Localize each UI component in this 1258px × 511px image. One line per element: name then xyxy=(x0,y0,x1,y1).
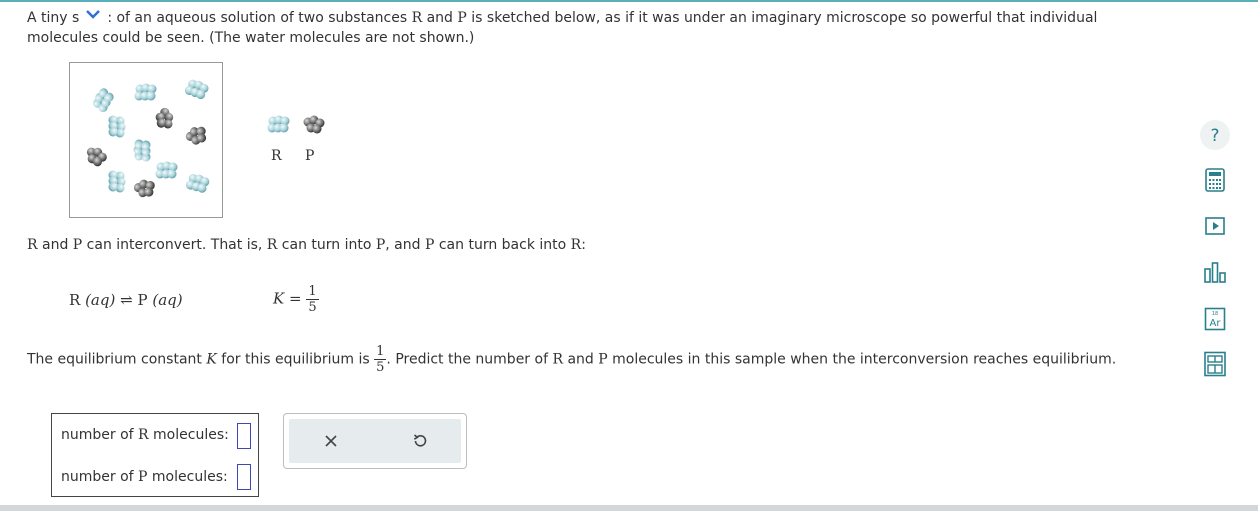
r-label-pre: number of xyxy=(61,427,139,443)
periodic-table-button[interactable]: 18 Ar xyxy=(1200,304,1230,334)
periodic-number: 18 xyxy=(1212,311,1218,317)
q-t1: The equilibrium constant xyxy=(27,351,207,368)
answer-tools-bar xyxy=(289,419,461,463)
ic-t3: can turn into xyxy=(277,237,376,253)
periodic-table-icon: 18 Ar xyxy=(1204,307,1226,331)
q-k: K xyxy=(206,351,217,368)
r-count-label: number of R molecules: xyxy=(61,427,229,443)
q-p: P xyxy=(598,351,608,368)
k-equals: = xyxy=(289,289,302,308)
legend-p-label: P xyxy=(305,148,315,164)
equilibrium-equation: R (aq) ⇌ P (aq) xyxy=(69,291,183,309)
k-fraction: 1 5 xyxy=(306,284,319,315)
undo-icon xyxy=(413,434,427,447)
bottom-bar xyxy=(0,505,1258,511)
q-r: R xyxy=(552,351,563,368)
r-count-input[interactable] xyxy=(237,423,251,449)
ic-t6: : xyxy=(581,237,586,253)
clear-button[interactable] xyxy=(323,433,339,449)
top-border xyxy=(0,0,1258,2)
eq-right: P xyxy=(137,291,148,309)
question-text: The equilibrium constant K for this equi… xyxy=(27,344,1116,375)
legend-p-molecule xyxy=(303,115,325,134)
data-icon xyxy=(1204,351,1226,377)
intro-r: R xyxy=(411,10,423,26)
chevron-down-icon[interactable] xyxy=(79,6,107,26)
q-t5: molecules in this sample when the interc… xyxy=(607,351,1117,368)
answer-box: number of R molecules: number of P molec… xyxy=(51,413,259,497)
r-label-sym: R xyxy=(138,427,149,443)
ic-t4: , and xyxy=(385,237,425,253)
q-den: 5 xyxy=(376,360,385,375)
ic-t1: and xyxy=(37,237,73,253)
eq-left: R xyxy=(69,291,81,309)
ic-t5: can turn back into xyxy=(434,237,571,253)
intro-text-line2: molecules could be seen. (The water mole… xyxy=(27,30,475,46)
help-button[interactable]: ? xyxy=(1200,120,1230,150)
p-label-pre: number of xyxy=(61,469,139,485)
q-t2: for this equilibrium is xyxy=(216,351,375,368)
r-label-post: molecules: xyxy=(148,427,229,443)
calculator-icon xyxy=(1205,168,1225,192)
molecule-sample-drawing xyxy=(83,77,211,200)
ic-p2: P xyxy=(375,237,386,253)
k-expression: K = 1 5 xyxy=(273,284,319,315)
undo-button[interactable] xyxy=(411,432,429,450)
intro-p: P xyxy=(457,10,467,26)
video-icon xyxy=(1205,217,1225,235)
molecule-sample-box xyxy=(69,62,223,218)
q-t3: . Predict the number of xyxy=(386,351,553,368)
ic-p1: P xyxy=(72,237,83,253)
answer-tools-panel xyxy=(283,413,467,469)
k-symbol: K xyxy=(273,289,285,308)
chart-icon xyxy=(1204,262,1226,283)
intro-text-part2: of an aqueous solution of two substances xyxy=(116,10,412,26)
intro-and: and xyxy=(422,10,458,26)
ic-r2: R xyxy=(266,237,278,253)
q-fraction: 15 xyxy=(374,344,387,375)
eq-arrow: ⇌ xyxy=(120,291,133,309)
svg-text:?: ? xyxy=(1210,126,1219,146)
calculator-button[interactable] xyxy=(1200,165,1230,195)
q-num: 1 xyxy=(374,344,387,360)
periodic-label: Ar xyxy=(1210,318,1222,329)
p-count-label: number of P molecules: xyxy=(61,469,228,485)
ic-p3: P xyxy=(424,237,435,253)
help-icon: ? xyxy=(1200,120,1230,150)
close-icon xyxy=(325,435,337,447)
eq-right-phase: (aq) xyxy=(152,291,183,309)
legend-r-molecule xyxy=(267,115,290,133)
ic-r1: R xyxy=(27,237,38,253)
chart-button[interactable] xyxy=(1200,257,1230,287)
interconvert-text: R and P can interconvert. That is, R can… xyxy=(27,237,586,253)
data-button[interactable] xyxy=(1200,349,1230,379)
video-button[interactable] xyxy=(1200,211,1230,241)
intro-text-start: A tiny s xyxy=(27,10,80,26)
q-t4: and xyxy=(563,351,599,368)
p-count-input[interactable] xyxy=(237,464,251,490)
intro-text-part3: is sketched below, as if it was under an… xyxy=(466,10,1098,26)
k-num: 1 xyxy=(306,284,319,300)
intro-text: A tiny s: of an aqueous solution of two … xyxy=(27,8,1177,48)
eq-left-phase: (aq) xyxy=(85,291,116,309)
legend-r-label: R xyxy=(271,148,282,164)
k-den: 5 xyxy=(308,300,317,315)
ic-t2: can interconvert. That is, xyxy=(82,237,267,253)
p-label-post: molecules: xyxy=(147,469,228,485)
legend-molecules xyxy=(267,115,325,134)
ic-r3: R xyxy=(570,237,582,253)
